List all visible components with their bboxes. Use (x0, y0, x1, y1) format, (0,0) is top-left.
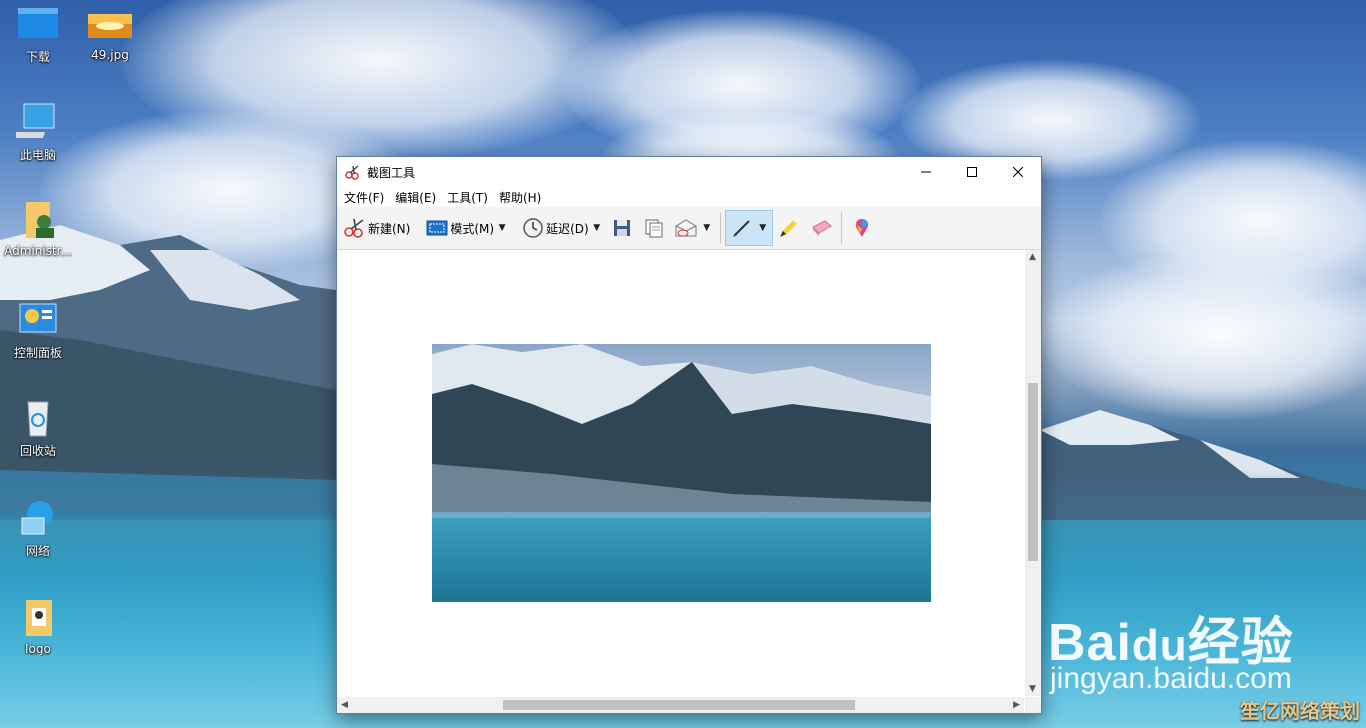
desktop-icon-label: 49.jpg (91, 48, 129, 62)
menu-bar: 文件(F) 编辑(E) 工具(T) 帮助(H) (337, 187, 1041, 207)
folder-icon (16, 598, 60, 638)
desktop-icon-label: logo (25, 642, 51, 656)
menu-edit[interactable]: 编辑(E) (390, 189, 442, 206)
scroll-right-icon[interactable]: ▶ (1013, 700, 1020, 710)
copy-button[interactable] (638, 211, 670, 245)
watermark-url: jingyan.baidu.com (1050, 662, 1292, 695)
paint3d-icon (849, 217, 875, 239)
desktop-icon-label: Administr... (4, 244, 72, 258)
clock-icon (520, 217, 546, 239)
desktop-icon-control-panel[interactable]: 控制面板 (0, 300, 76, 361)
image-file-icon (88, 4, 132, 44)
menu-help[interactable]: 帮助(H) (494, 189, 547, 206)
minimize-icon (921, 171, 931, 173)
maximize-button[interactable] (949, 157, 995, 187)
scissors-icon (342, 217, 368, 239)
close-button[interactable] (995, 157, 1041, 187)
desktop-icon-downloads[interactable]: 下载 (0, 4, 76, 65)
delay-label: 延迟(D) (546, 221, 589, 236)
minimize-button[interactable] (903, 157, 949, 187)
folder-download-icon (16, 4, 60, 44)
eraser-icon (808, 217, 834, 239)
save-icon (609, 217, 635, 239)
mode-label: 模式(M) (450, 221, 495, 236)
maximize-icon (967, 167, 977, 177)
scroll-up-icon[interactable]: ▲ (1029, 252, 1036, 262)
computer-icon (6, 102, 60, 142)
eraser-button[interactable] (805, 211, 837, 245)
menu-file[interactable]: 文件(F) (339, 189, 390, 206)
desktop-icon-label: 控制面板 (13, 346, 62, 360)
desktop-icon-recycle-bin[interactable]: 回收站 (0, 398, 76, 459)
desktop-icon-logo[interactable]: logo (0, 598, 76, 656)
delay-button[interactable]: 延迟(D) ▼ (517, 211, 606, 245)
new-snip-button[interactable]: 新建(N) (339, 211, 413, 245)
captured-snip-image (432, 344, 931, 602)
toolbar-separator (719, 212, 721, 244)
scissors-icon (345, 165, 359, 180)
desktop-icon-label: 回收站 (19, 444, 56, 458)
horizontal-scroll-thumb[interactable] (503, 700, 855, 710)
highlighter-button[interactable] (773, 211, 805, 245)
copy-icon (641, 217, 667, 239)
toolbar: 新建(N) 模式(M) ▼ 延迟(D) ▼ ▼ ▼ (337, 207, 1041, 250)
mode-button[interactable]: 模式(M) ▼ (421, 211, 511, 245)
desktop-icon-image-file[interactable]: 49.jpg (72, 4, 148, 62)
desktop-icon-network[interactable]: 网络 (0, 498, 76, 559)
send-snip-button[interactable]: ▼ (670, 211, 716, 245)
paint3d-button[interactable] (846, 211, 878, 245)
save-button[interactable] (606, 211, 638, 245)
toolbar-separator (840, 212, 842, 244)
envelope-icon (673, 217, 699, 239)
control-panel-icon (16, 300, 60, 340)
desktop-icon-this-pc[interactable]: 此电脑 (0, 102, 76, 163)
snip-canvas[interactable] (337, 250, 1024, 696)
chevron-down-icon[interactable]: ▼ (757, 223, 769, 233)
desktop-icon-label: 此电脑 (19, 148, 56, 162)
corner-watermark: 笙亿网络策划 (1240, 701, 1360, 723)
snipping-tool-window: 截图工具 文件(F) 编辑(E) 工具(T) 帮助(H) 新建(N) 模式(M)… (336, 156, 1042, 714)
close-icon (1013, 167, 1023, 177)
scroll-left-icon[interactable]: ◀ (341, 700, 348, 710)
vertical-scrollbar[interactable]: ▲ ▼ (1025, 250, 1041, 696)
chevron-down-icon[interactable]: ▼ (496, 223, 508, 233)
menu-tools[interactable]: 工具(T) (442, 189, 494, 206)
window-title: 截图工具 (367, 165, 416, 180)
desktop-icon-label: 下载 (25, 50, 50, 64)
pen-icon (729, 217, 755, 239)
rectangle-snip-icon (424, 217, 450, 239)
user-folder-icon (16, 200, 60, 240)
title-bar[interactable]: 截图工具 (337, 157, 1041, 187)
vertical-scroll-thumb[interactable] (1028, 383, 1038, 561)
new-snip-label: 新建(N) (368, 221, 411, 236)
pen-button[interactable]: ▼ (724, 210, 773, 246)
network-icon (16, 498, 60, 538)
scroll-down-icon[interactable]: ▼ (1029, 684, 1036, 694)
highlighter-icon (776, 217, 802, 239)
chevron-down-icon[interactable]: ▼ (701, 223, 713, 233)
chevron-down-icon[interactable]: ▼ (591, 223, 603, 233)
horizontal-scrollbar[interactable]: ◀ ▶ (337, 697, 1024, 713)
scrollbar-corner (1025, 697, 1041, 713)
desktop-icon-label: 网络 (25, 544, 50, 558)
recycle-bin-icon (16, 398, 60, 438)
desktop-icon-administrator[interactable]: Administr... (0, 200, 76, 258)
